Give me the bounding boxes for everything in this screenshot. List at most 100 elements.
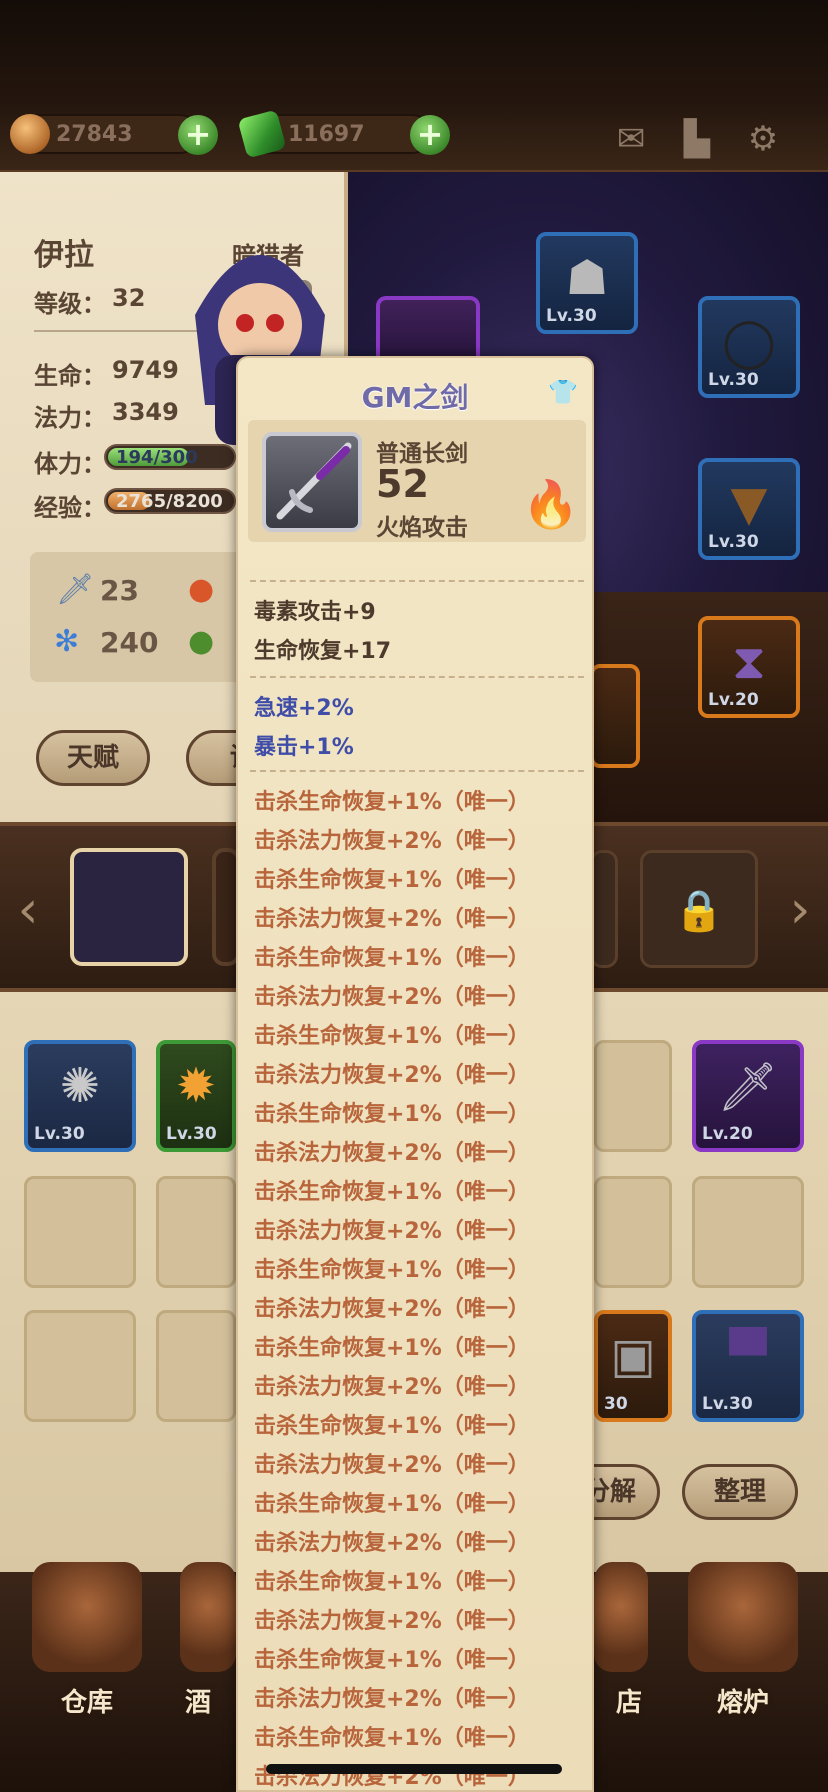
item-header: 普通长剑 52 火焰攻击 🔥 [248, 420, 586, 542]
add-gems-button[interactable]: + [410, 115, 450, 155]
item-level: 30 [604, 1394, 628, 1414]
face [218, 283, 302, 367]
inventory-item[interactable]: ✹ Lv.30 [156, 1040, 236, 1152]
unique-stat-line: 击杀生命恢复+1%（唯一） [254, 946, 530, 971]
inventory-slot-empty[interactable] [156, 1310, 236, 1422]
eye [236, 314, 254, 332]
nav-tavern-label: 酒 [184, 1688, 211, 1718]
unique-stat-line: 击杀法力恢复+2%（唯一） [254, 1219, 530, 1244]
unique-stat-line: 击杀生命恢复+1%（唯一） [254, 1180, 530, 1205]
sort-button[interactable]: 整理 [682, 1464, 798, 1520]
hero-name: 伊拉 [34, 238, 94, 273]
stamina-label: 体力： [34, 450, 106, 478]
tavern-icon [180, 1562, 236, 1672]
inventory-slot-empty[interactable] [594, 1040, 672, 1152]
gold-coin-icon [10, 114, 50, 154]
stat-line: 生命恢复+17 [254, 639, 392, 664]
inventory-item[interactable]: ✺ Lv.30 [24, 1040, 136, 1152]
unique-stat-line: 击杀法力恢复+2%（唯一） [254, 1687, 530, 1712]
add-gold-button[interactable]: + [178, 115, 218, 155]
nav-shop-label: 店 [615, 1688, 642, 1718]
xp-value: 2765/8200 [116, 491, 223, 512]
fire-icon: 🔥 [522, 477, 580, 531]
cloak-icon: ▼ [730, 476, 768, 532]
equip-slot-helmet[interactable]: ☗ Lv.30 [536, 232, 638, 334]
gear-icon[interactable]: ⚙ [742, 120, 784, 158]
inventory-slot-empty[interactable] [594, 1176, 672, 1288]
inventory-slot-empty[interactable] [24, 1176, 136, 1288]
nav-shop[interactable]: 店 [594, 1562, 664, 1722]
bonus-stat-line: 急速+2% [254, 696, 354, 721]
sword-icon: 🗡 [56, 572, 95, 607]
unique-stat-line: 击杀生命恢复+1%（唯一） [254, 1492, 530, 1517]
item-level: Lv.20 [702, 1124, 753, 1144]
equip-slot-armor[interactable]: ▼ Lv.30 [698, 458, 800, 560]
unique-stat-line: 击杀法力恢复+2%（唯一） [254, 1141, 530, 1166]
hat-icon: ▀ [729, 1328, 767, 1384]
unique-stat-line: 击杀生命恢复+1%（唯一） [254, 1570, 530, 1595]
divider [250, 580, 584, 582]
item-title: GM之剑 [361, 381, 469, 414]
armor-icon: ▣ [610, 1328, 656, 1384]
level-label: 等级： [34, 290, 106, 318]
equip-slot-shield[interactable]: ⧗ Lv.20 [698, 616, 800, 718]
warehouse-icon [32, 1562, 142, 1672]
orb-icon: ✺ [59, 1058, 101, 1114]
locked-hero-slot[interactable] [590, 850, 618, 968]
inventory-slot-empty[interactable] [24, 1310, 136, 1422]
item-tooltip: GM之剑 👕 普通长剑 52 火焰攻击 🔥 毒素攻击+9 生命恢复+17 急速+2… [236, 356, 594, 1792]
stat-line: 毒素攻击+9 [254, 600, 376, 625]
unique-stat-line: 击杀法力恢复+2%（唯一） [254, 1375, 530, 1400]
divider [250, 676, 584, 678]
longsword-icon [276, 442, 352, 520]
lock-icon: 🔒 [674, 888, 724, 934]
attack-value: 23 [100, 574, 139, 607]
unique-stat-line: 击杀生命恢复+1%（唯一） [254, 790, 530, 815]
shirt-icon: 👕 [548, 378, 578, 406]
unique-stat-line: 击杀法力恢复+2%（唯一） [254, 1297, 530, 1322]
equip-slot-necklace[interactable]: ◯ Lv.30 [698, 296, 800, 398]
item-level: Lv.30 [166, 1124, 217, 1144]
inventory-slot-empty[interactable] [692, 1176, 804, 1288]
mail-icon[interactable]: ✉ [610, 120, 652, 158]
chevron-left-icon[interactable]: ‹ [8, 880, 48, 940]
home-indicator [266, 1764, 562, 1774]
gem-amount: 11697 [288, 122, 365, 147]
nav-furnace[interactable]: 熔炉 [668, 1562, 818, 1722]
unique-stat-line: 击杀生命恢复+1%（唯一） [254, 1648, 530, 1673]
eye [266, 314, 284, 332]
item-level: Lv.30 [702, 1394, 753, 1414]
unique-stat-line: 击杀生命恢复+1%（唯一） [254, 1024, 530, 1049]
equip-level: Lv.20 [708, 690, 759, 710]
mp-label: 法力： [34, 404, 106, 432]
inventory-item[interactable]: ▣ 30 [594, 1310, 672, 1422]
inventory-slot-empty[interactable] [156, 1176, 236, 1288]
unique-stat-line: 击杀法力恢复+2%（唯一） [254, 1609, 530, 1634]
inventory-item[interactable]: ▀ Lv.30 [692, 1310, 804, 1422]
equip-level: Lv.30 [546, 306, 597, 326]
book-icon[interactable]: ▙ [676, 120, 718, 158]
locked-hero-slot[interactable]: 🔒 [640, 850, 758, 968]
item-icon [262, 432, 362, 532]
poison-drop-icon: ● [188, 624, 215, 659]
xp-label: 经验： [34, 494, 106, 522]
nav-warehouse[interactable]: 仓库 [12, 1562, 162, 1722]
unique-stat-line: 击杀生命恢复+1%（唯一） [254, 868, 530, 893]
unique-stat-line: 击杀法力恢复+2%（唯一） [254, 907, 530, 932]
hp-label: 生命： [34, 362, 106, 390]
unique-stat-line: 击杀法力恢复+2%（唯一） [254, 1453, 530, 1478]
chevron-right-icon[interactable]: › [780, 880, 820, 940]
equip-slot-gloves[interactable] [590, 664, 640, 768]
nav-warehouse-label: 仓库 [60, 1688, 113, 1718]
hero-portrait-selected[interactable] [70, 848, 188, 966]
xp-bar: 2765/8200 [104, 488, 236, 514]
unique-stat-line: 击杀生命恢复+1%（唯一） [254, 1258, 530, 1283]
explosion-icon: ✹ [175, 1058, 217, 1114]
item-element: 火焰攻击 [376, 515, 468, 541]
nav-tavern[interactable]: 酒 [160, 1562, 236, 1722]
defense-value: 240 [100, 626, 159, 659]
fire-icon: ● [188, 572, 215, 607]
necklace-icon: ◯ [722, 314, 776, 370]
inventory-item[interactable]: 🗡 Lv.20 [692, 1040, 804, 1152]
talent-button[interactable]: 天赋 [36, 730, 150, 786]
